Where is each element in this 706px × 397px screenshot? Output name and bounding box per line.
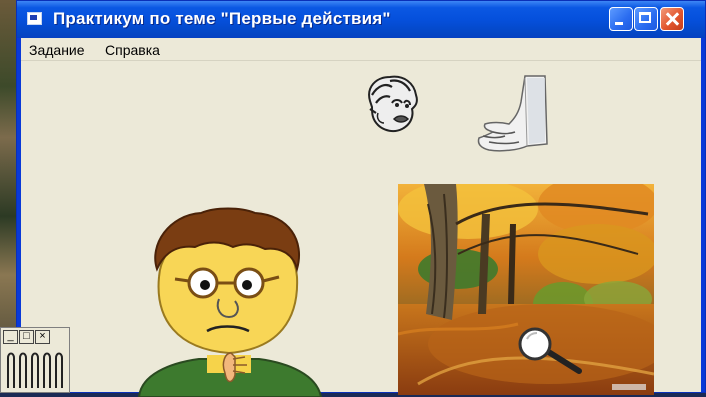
close-button[interactable] [660, 7, 684, 31]
boy-character[interactable] [129, 207, 329, 397]
app-icon[interactable] [27, 12, 42, 25]
menu-task[interactable]: Задание [29, 42, 85, 58]
secondary-window: _ □ × [0, 327, 70, 393]
maximize-button[interactable] [634, 7, 658, 31]
menu-bar: Задание Справка [21, 38, 701, 60]
mini-close-button[interactable]: × [35, 330, 50, 344]
client-area [21, 60, 701, 397]
mini-minimize-button[interactable]: _ [3, 330, 18, 344]
main-window: Практикум по теме "Первые действия" Зада… [16, 0, 706, 397]
menu-help[interactable]: Справка [105, 42, 160, 58]
springs-icon[interactable] [4, 348, 66, 390]
hand-icon[interactable] [471, 72, 553, 154]
scared-face-icon[interactable] [362, 73, 422, 135]
window-title: Практикум по теме "Первые действия" [53, 9, 391, 28]
mini-maximize-button[interactable]: □ [19, 330, 34, 344]
minimize-button[interactable] [609, 7, 633, 31]
magnifier-icon[interactable] [517, 327, 583, 375]
title-bar[interactable]: Практикум по теме "Первые действия" [17, 1, 705, 38]
